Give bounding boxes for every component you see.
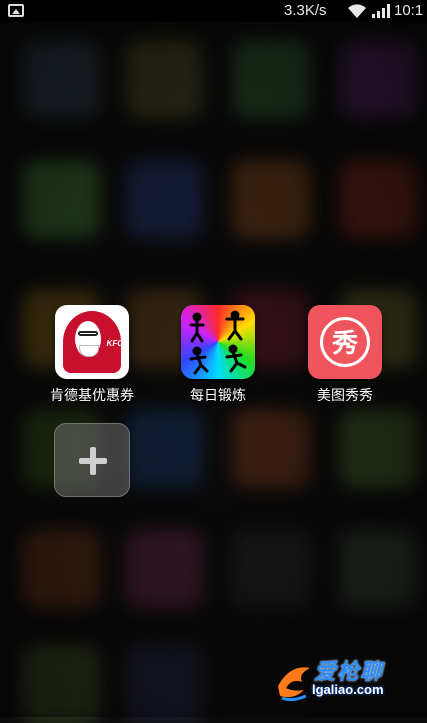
app-meitu-xiuxiu[interactable]: 秀 美图秀秀 — [285, 305, 405, 405]
watermark-url: lgaliao.com — [312, 682, 384, 697]
app-label: 肯德基优惠券 — [50, 388, 134, 404]
kfc-colonel-icon: KFC — [55, 305, 129, 379]
signal-strength-icon — [372, 4, 390, 18]
wifi-icon — [348, 4, 366, 18]
workout-figures-icon — [181, 305, 255, 379]
network-speed: 3.3K/s — [284, 2, 327, 19]
site-watermark: 爱枪聊 lgaliao.com — [270, 652, 427, 717]
picture-notification-icon — [8, 4, 24, 17]
status-bar: 3.3K/s 10:1 — [0, 0, 427, 22]
clock: 10:1 — [394, 2, 424, 19]
bird-logo-icon — [278, 667, 310, 702]
app-label: 每日锻炼 — [190, 388, 246, 404]
meitu-xiu-icon: 秀 — [308, 305, 382, 379]
app-daily-workout[interactable]: 每日锻炼 — [158, 305, 278, 405]
app-label: 美图秀秀 — [317, 388, 373, 404]
add-app-button[interactable] — [54, 423, 130, 497]
app-kfc-coupon[interactable]: KFC 肯德基优惠券 — [32, 305, 152, 405]
